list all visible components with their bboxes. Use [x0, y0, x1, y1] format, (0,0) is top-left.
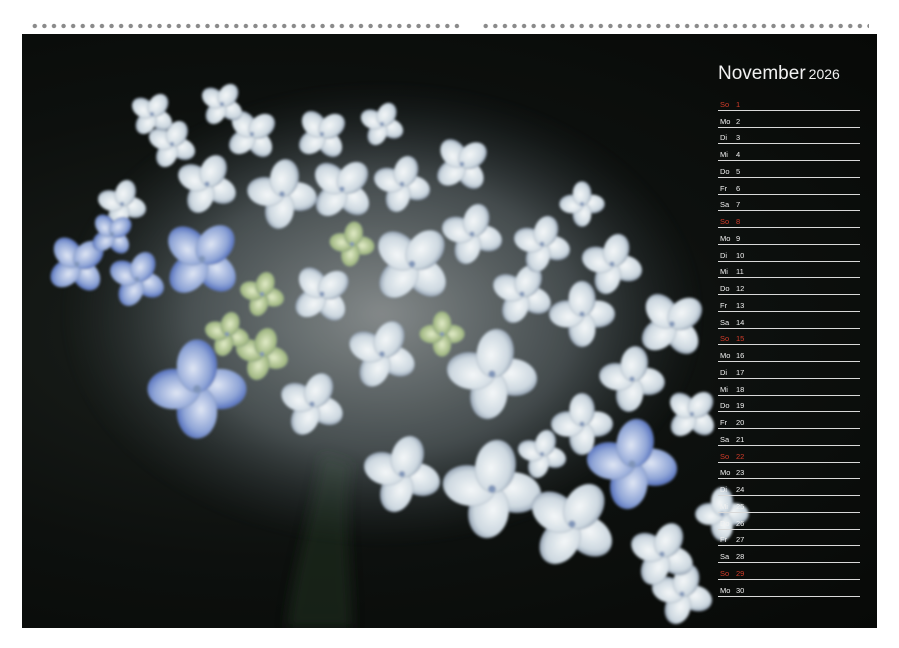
day-number: 24 — [736, 485, 745, 494]
hanger-cutout — [457, 12, 485, 32]
weekday-name: Sa — [720, 200, 730, 210]
day-row: Mo 16 — [718, 345, 860, 362]
weekday-name: So — [720, 451, 730, 461]
day-row: Di 10 — [718, 245, 860, 262]
day-row: Do 19 — [718, 396, 860, 413]
day-row: Sa 28 — [718, 546, 860, 563]
weekday-name: Di — [720, 250, 728, 260]
day-number: 7 — [736, 200, 741, 210]
weekday-name: So — [720, 334, 730, 344]
day-number: 19 — [736, 401, 745, 411]
weekday-name: Di — [720, 133, 728, 143]
weekday-name: Sa — [720, 434, 730, 444]
day-row: Mo 9 — [718, 228, 860, 245]
day-number: 9 — [736, 233, 741, 243]
weekday-name: So — [720, 217, 730, 226]
month-year: 2026 — [808, 66, 840, 82]
day-number: 5 — [736, 166, 741, 176]
day-number: 27 — [736, 535, 745, 545]
day-row: Fr 27 — [718, 530, 860, 547]
calendar-panel: November 2026 So 1 Mo 2 Di 3 Mi 4 Do 5 Fr 6 Sa 7 So 8 Mo 9… — [718, 62, 860, 597]
weekday-name: Di — [720, 367, 728, 377]
day-number: 29 — [736, 568, 745, 578]
weekday-name: Mo — [720, 116, 731, 126]
day-number: 14 — [736, 317, 745, 327]
weekday-name: Fr — [720, 300, 728, 310]
day-number: 21 — [736, 434, 745, 444]
binding-holes — [30, 23, 869, 29]
day-number: 25 — [736, 501, 745, 511]
day-row: Do 26 — [718, 513, 860, 530]
month-name: November — [718, 63, 806, 84]
day-number: 17 — [736, 367, 745, 377]
day-number: 11 — [736, 267, 744, 277]
weekday-name: Fr — [720, 418, 728, 427]
calendar-page: November 2026 So 1 Mo 2 Di 3 Mi 4 Do 5 Fr 6 Sa 7 So 8 Mo 9… — [22, 34, 877, 628]
day-row: Mi 11 — [718, 262, 860, 279]
weekday-name: Do — [720, 518, 730, 528]
day-row: Do 5 — [718, 161, 860, 178]
day-row: Di 3 — [718, 128, 860, 145]
day-row: Sa 14 — [718, 312, 860, 329]
day-row: Mo 2 — [718, 111, 860, 128]
day-number: 8 — [736, 217, 741, 226]
spiral-binding — [22, 12, 877, 32]
weekday-name: Fr — [720, 183, 728, 193]
day-row: So 22 — [718, 446, 860, 463]
day-number: 16 — [736, 351, 745, 360]
day-row: Mi 25 — [718, 496, 860, 513]
weekday-name: Mo — [720, 585, 731, 595]
day-row: Do 12 — [718, 278, 860, 295]
day-row: Fr 13 — [718, 295, 860, 312]
day-number: 20 — [736, 418, 745, 427]
day-row: Di 17 — [718, 362, 860, 379]
day-row: Di 24 — [718, 479, 860, 496]
weekday-name: Sa — [720, 552, 730, 561]
day-number: 10 — [736, 250, 745, 260]
weekday-name: Mi — [720, 267, 728, 277]
day-number: 2 — [736, 116, 741, 126]
day-number: 13 — [736, 300, 745, 310]
weekday-name: Mo — [720, 351, 731, 360]
day-number: 26 — [736, 518, 745, 528]
day-row: Mi 18 — [718, 379, 860, 396]
day-number: 3 — [736, 133, 741, 143]
day-row: Mi 4 — [718, 144, 860, 161]
day-row: So 29 — [718, 563, 860, 580]
weekday-name: Mi — [720, 384, 728, 394]
day-number: 12 — [736, 284, 745, 293]
day-row: So 15 — [718, 329, 860, 346]
weekday-name: Mi — [720, 150, 728, 159]
day-list: So 1 Mo 2 Di 3 Mi 4 Do 5 Fr 6 Sa 7 So 8 Mo 9 Di 10 Mi 11 Do 12 F… — [718, 94, 860, 597]
day-row: Sa 21 — [718, 429, 860, 446]
day-number: 30 — [736, 585, 745, 595]
weekday-name: Sa — [720, 317, 730, 327]
weekday-name: Mo — [720, 468, 731, 478]
weekday-name: So — [720, 99, 730, 109]
day-row: Fr 20 — [718, 412, 860, 429]
day-number: 23 — [736, 468, 745, 478]
weekday-name: Mo — [720, 233, 731, 243]
day-row: So 8 — [718, 211, 860, 228]
day-number: 15 — [736, 334, 745, 344]
day-row: So 1 — [718, 94, 860, 111]
weekday-name: Mi — [720, 501, 728, 511]
day-number: 6 — [736, 183, 741, 193]
day-number: 1 — [736, 99, 741, 109]
weekday-name: Fr — [720, 535, 728, 545]
day-row: Mo 30 — [718, 580, 860, 597]
day-number: 22 — [736, 451, 745, 461]
day-number: 28 — [736, 552, 745, 561]
weekday-name: Do — [720, 401, 730, 411]
day-number: 18 — [736, 384, 745, 394]
weekday-name: Do — [720, 166, 730, 176]
day-row: Fr 6 — [718, 178, 860, 195]
weekday-name: Do — [720, 284, 730, 293]
weekday-name: Di — [720, 485, 728, 494]
weekday-name: So — [720, 568, 730, 578]
day-number: 4 — [736, 150, 741, 159]
month-title: November 2026 — [718, 62, 860, 86]
day-row: Mo 23 — [718, 463, 860, 480]
day-row: Sa 7 — [718, 195, 860, 212]
